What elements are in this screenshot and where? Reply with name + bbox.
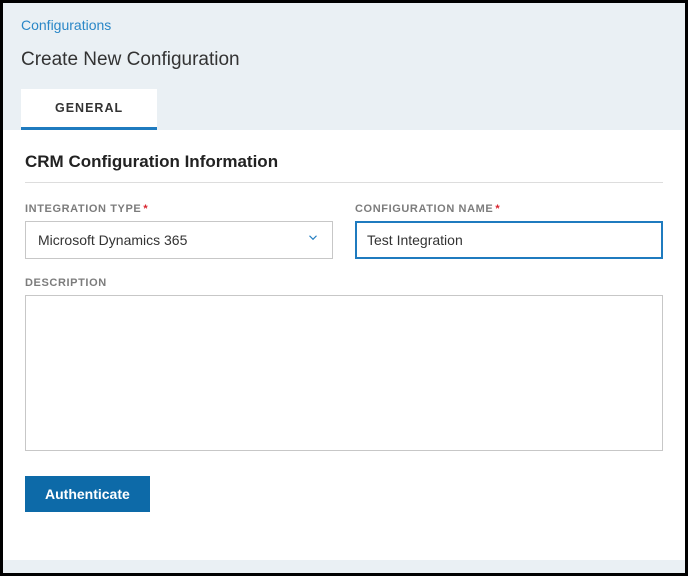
label-description: DESCRIPTION xyxy=(25,277,663,289)
configuration-name-input[interactable] xyxy=(355,221,663,259)
section-title: CRM Configuration Information xyxy=(25,152,663,183)
header-area: Configurations Create New Configuration xyxy=(3,3,685,71)
description-textarea[interactable] xyxy=(25,295,663,451)
required-marker: * xyxy=(143,203,148,215)
field-integration-type: INTEGRATION TYPE* Microsoft Dynamics 365 xyxy=(25,203,333,259)
tab-bar: GENERAL xyxy=(3,89,685,130)
field-configuration-name: CONFIGURATION NAME* xyxy=(355,203,663,259)
label-configuration-name: CONFIGURATION NAME* xyxy=(355,203,663,215)
tab-general[interactable]: GENERAL xyxy=(21,89,157,130)
label-integration-type: INTEGRATION TYPE* xyxy=(25,203,333,215)
breadcrumb-configurations[interactable]: Configurations xyxy=(21,17,111,33)
integration-type-value: Microsoft Dynamics 365 xyxy=(38,232,187,248)
label-integration-type-text: INTEGRATION TYPE xyxy=(25,203,141,215)
form-row-1: INTEGRATION TYPE* Microsoft Dynamics 365… xyxy=(25,203,663,259)
window-frame: Configurations Create New Configuration … xyxy=(0,0,688,576)
label-configuration-name-text: CONFIGURATION NAME xyxy=(355,203,493,215)
field-description: DESCRIPTION xyxy=(25,277,663,456)
page-title: Create New Configuration xyxy=(21,49,667,71)
authenticate-button[interactable]: Authenticate xyxy=(25,476,150,512)
general-panel: CRM Configuration Information INTEGRATIO… xyxy=(3,130,685,560)
chevron-down-icon xyxy=(306,231,320,250)
required-marker: * xyxy=(495,203,500,215)
integration-type-select[interactable]: Microsoft Dynamics 365 xyxy=(25,221,333,259)
